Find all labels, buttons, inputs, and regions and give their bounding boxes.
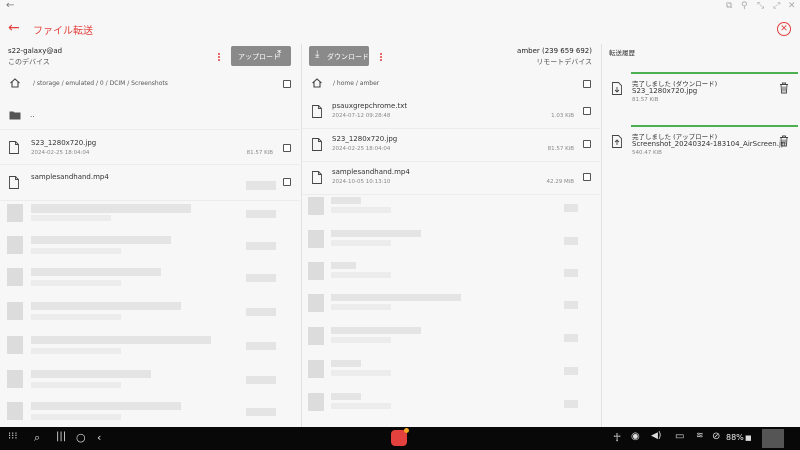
file-transfer-window: ← ⧉ ⚲ ⤡ ⤢ ✕ ← ファイル転送 ✕ s22-galaxy@ad このデ… [0,0,800,450]
file-name: S23_1280x720.jpg [332,135,398,143]
history-progress-bar [631,125,798,127]
search-icon[interactable]: ⌕ [34,431,40,445]
file-date: 2024-02-25 18:04:04 [31,150,90,156]
redacted-thumbnail [762,429,784,448]
local-path-bar: / storage / emulated / 0 / DCIM / Screen… [0,72,300,96]
parent-folder-label: .. [30,111,35,119]
recents-icon[interactable]: ||| [56,431,66,442]
local-file-row[interactable]: S23_1280x720.jpg 2024-02-25 18:04:04 81.… [0,132,300,165]
file-checkbox[interactable] [583,173,591,181]
remote-device-label: リモートデバイス [536,58,592,66]
battery-icon: ■ [745,434,752,442]
history-file-name: S23_1280x720.jpg [632,87,698,95]
remote-device-name: amber (239 659 692) [517,47,592,55]
system-taskbar: ⁝⁝⁝ ⌕ ||| ○ ‹ ☥ ◉ ◀) ▭ ≋ ⊘ 88% ■ [0,427,800,450]
history-title: 転送履歴 [609,49,635,57]
window-minimize-icon[interactable]: ⤡ [757,1,764,11]
download-button-label: ダウンロード [327,53,369,61]
upload-button[interactable]: アップロード ⤒ [231,46,291,66]
local-device-name: s22-galaxy@ad [8,47,63,55]
remote-file-row[interactable]: samplesandhand.mp4 2024-10-05 10:13:10 4… [302,162,600,195]
file-size: 1.03 KiB [551,113,574,119]
file-checkbox[interactable] [583,140,591,148]
window-pip-icon[interactable]: ⧉ [726,1,732,11]
file-download-icon [612,82,622,95]
file-icon [312,105,322,118]
file-icon [312,138,322,151]
remote-file-panel: ⤓ ダウンロード amber (239 659 692) リモートデバイス / … [301,44,600,427]
file-name: samplesandhand.mp4 [332,168,410,176]
history-progress-bar [631,72,798,74]
file-name: samplesandhand.mp4 [31,173,109,181]
file-icon [9,176,19,189]
local-path-breadcrumb[interactable]: / storage / emulated / 0 / DCIM / Screen… [33,80,168,87]
home-button-icon[interactable]: ○ [76,431,86,444]
transfer-history-panel: 転送履歴 完了しました (ダウンロード) S23_1280x720.jpg 81… [601,44,800,427]
folder-icon [9,111,21,120]
file-checkbox[interactable] [583,107,591,115]
delete-icon[interactable] [779,82,789,94]
battery-level: 88% [726,433,744,442]
parent-folder-row[interactable]: .. [0,100,300,130]
remote-more-menu-icon[interactable] [379,52,383,64]
remote-file-row[interactable]: psauxgrepchrome.txt 2024-07-12 09:28:48 … [302,96,600,129]
app-header: ← ファイル転送 ✕ [0,14,800,44]
file-size: 42.29 MiB [546,179,574,185]
delete-icon[interactable] [779,135,789,147]
history-file-name: Screenshot_20240324-183104_AirScreen.jp [632,140,786,148]
history-file-size: 540.47 KiB [632,150,662,156]
home-icon[interactable] [311,77,323,89]
local-file-panel: s22-galaxy@ad このデバイス アップロード ⤒ / storage … [0,44,300,427]
window-close-icon[interactable]: ✕ [788,1,796,11]
remote-file-row[interactable]: S23_1280x720.jpg 2024-02-25 18:04:04 81.… [302,129,600,162]
local-more-menu-icon[interactable] [217,52,221,64]
file-date: 2024-07-12 09:28:48 [332,113,391,119]
upload-arrow-icon: ⤒ [277,49,282,60]
remote-select-all-checkbox[interactable] [583,80,591,88]
dnd-icon[interactable]: ⊘ [712,431,720,442]
local-select-all-checkbox[interactable] [283,80,291,88]
page-title: ファイル転送 [33,26,93,37]
apps-grid-icon[interactable]: ⁝⁝⁝ [8,431,18,442]
redacted-size [246,181,276,190]
accessibility-icon[interactable]: ☥ [613,431,621,444]
app-taskbar-icon[interactable] [391,428,409,446]
file-icon [9,141,19,154]
back-icon[interactable]: ‹ [97,431,101,444]
remote-path-bar: / home / amber [302,72,600,96]
close-icon[interactable]: ✕ [777,22,791,36]
upload-button-label: アップロード [238,53,280,61]
file-size: 81.57 KiB [547,146,574,152]
file-size: 81.57 KiB [246,150,273,156]
window-maximize-icon[interactable]: ⤢ [773,1,780,11]
file-icon [312,171,322,184]
history-item[interactable]: 完了しました (ダウンロード) S23_1280x720.jpg 81.57 K… [602,72,800,118]
local-device-label: このデバイス [8,58,50,66]
window-title-bar: ← ⧉ ⚲ ⤡ ⤢ ✕ [0,0,800,14]
history-file-size: 81.57 KiB [632,97,659,103]
download-button[interactable]: ⤓ ダウンロード [309,46,369,66]
remote-path-breadcrumb[interactable]: / home / amber [333,80,379,87]
file-date: 2024-02-25 18:04:04 [332,146,391,152]
download-arrow-icon: ⤓ [315,49,320,60]
history-item[interactable]: 完了しました (アップロード) Screenshot_20240324-1831… [602,125,800,171]
screen-record-icon[interactable]: ◉ [631,431,640,442]
file-checkbox[interactable] [283,144,291,152]
file-name: psauxgrepchrome.txt [332,102,408,110]
window-back-icon[interactable]: ← [6,0,14,11]
home-icon[interactable] [9,77,21,89]
file-checkbox[interactable] [283,178,291,186]
file-upload-icon [612,135,622,148]
local-file-row[interactable]: samplesandhand.mp4 [0,168,300,201]
window-pin-icon[interactable]: ⚲ [741,1,748,11]
volume-icon[interactable]: ◀) [651,431,661,441]
back-arrow-icon[interactable]: ← [8,20,20,36]
wifi-icon[interactable]: ≋ [696,431,704,441]
file-date: 2024-10-05 10:13:10 [332,179,391,185]
message-icon[interactable]: ▭ [675,431,684,442]
file-name: S23_1280x720.jpg [31,139,97,147]
